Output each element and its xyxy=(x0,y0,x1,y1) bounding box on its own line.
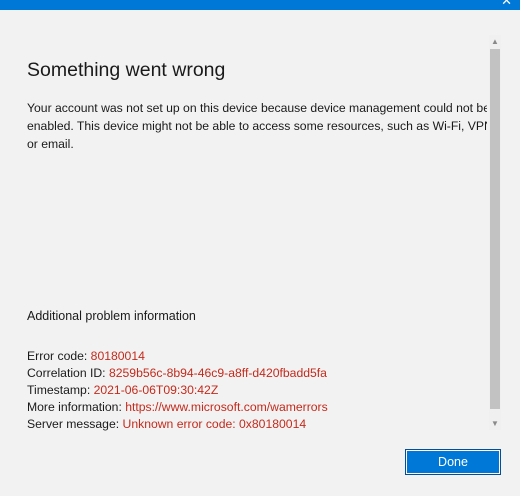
done-button[interactable]: Done xyxy=(405,449,501,475)
correlation-id-label: Correlation ID: xyxy=(27,366,109,380)
scroll-down-icon[interactable]: ▼ xyxy=(489,417,501,430)
correlation-id-value: 8259b56c-8b94-46c9-a8ff-d420fbadd5fa xyxy=(108,366,327,380)
server-message-row: Server message: Unknown error code: 0x80… xyxy=(27,416,328,433)
error-dialog: ✕ Something went wrong Your account was … xyxy=(0,0,520,496)
error-message: Your account was not set up on this devi… xyxy=(27,101,487,151)
timestamp-label: Timestamp: xyxy=(27,383,94,397)
server-message-value: Unknown error code: 0x80180014 xyxy=(122,417,307,431)
more-info-link[interactable]: https://www.microsoft.com/wamerrors xyxy=(125,400,328,414)
additional-info-title: Additional problem information xyxy=(27,309,196,323)
more-info-row: More information: https://www.microsoft.… xyxy=(27,399,328,416)
timestamp-value: 2021-06-06T09:30:42Z xyxy=(93,383,219,397)
error-code-label: Error code: xyxy=(27,349,91,363)
page-title: Something went wrong xyxy=(27,59,226,81)
vertical-scrollbar[interactable]: ▲ ▼ xyxy=(489,35,501,430)
close-icon[interactable]: ✕ xyxy=(501,0,512,8)
timestamp-row: Timestamp: 2021-06-06T09:30:42Z xyxy=(27,382,328,399)
title-bar: ✕ xyxy=(0,0,520,10)
problem-info-list: Error code: 80180014 Correlation ID: 825… xyxy=(27,348,328,433)
dialog-content: Something went wrong Your account was no… xyxy=(27,10,487,440)
more-info-label: More information: xyxy=(27,400,126,414)
scrollbar-thumb[interactable] xyxy=(490,49,500,409)
scroll-up-icon[interactable]: ▲ xyxy=(489,35,501,48)
error-code-value: 80180014 xyxy=(90,349,145,363)
error-code-row: Error code: 80180014 xyxy=(27,348,328,365)
correlation-id-row: Correlation ID: 8259b56c-8b94-46c9-a8ff-… xyxy=(27,365,328,382)
server-message-label: Server message: xyxy=(27,417,123,431)
